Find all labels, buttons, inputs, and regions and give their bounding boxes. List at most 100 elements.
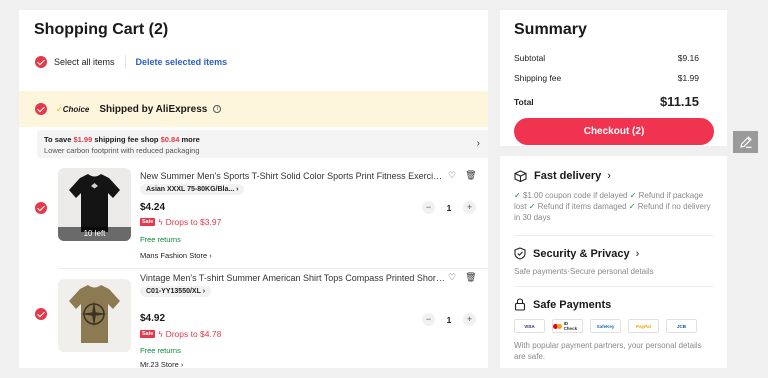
store-link[interactable]: Mr.23 Store › xyxy=(140,360,183,368)
select-all-checkbox[interactable] xyxy=(35,56,47,68)
bolt-icon: ϟ xyxy=(158,329,163,339)
quantity-value[interactable]: 1 xyxy=(435,203,463,213)
cart-item: Vintage Men's T-shirt Summer American Sh… xyxy=(19,270,488,368)
assurance-panel: Fast delivery › ✓ $1.00 coupon code if d… xyxy=(500,156,727,368)
decrease-quantity-button[interactable]: − xyxy=(422,313,435,326)
payments-title: Safe Payments xyxy=(533,298,612,311)
promo-sub: Lower carbon footprint with reduced pack… xyxy=(44,146,200,155)
subtotal-value: $9.16 xyxy=(677,53,699,63)
quantity-stepper: − 1 + xyxy=(422,313,476,326)
chevron-right-icon: › xyxy=(607,170,611,182)
subtotal-row: Subtotal $9.16 xyxy=(514,53,699,63)
check-icon: ✓ xyxy=(528,202,536,211)
page-title: Shopping Cart (2) xyxy=(34,21,169,38)
subtotal-label: Subtotal xyxy=(514,53,546,63)
fast-delivery-title: Fast delivery xyxy=(534,170,602,182)
heart-icon[interactable]: ♡ xyxy=(448,272,456,283)
chevron-right-icon: › xyxy=(635,247,640,260)
select-all-row: Select all items Delete selected items xyxy=(35,53,227,71)
chevron-right-icon: › xyxy=(180,360,184,368)
check-icon: ✓ xyxy=(628,202,636,211)
decrease-quantity-button[interactable]: − xyxy=(422,201,435,214)
item-title[interactable]: Vintage Men's T-shirt Summer American Sh… xyxy=(140,273,445,283)
edit-pencil-icon[interactable] xyxy=(733,131,758,153)
shipping-label: Shipping fee xyxy=(514,73,562,83)
promo-line: To save $1.99 shipping fee shop $0.84 mo… xyxy=(44,134,485,145)
security-header[interactable]: Security & Privacy › xyxy=(514,247,639,260)
sku-selector[interactable]: Asian XXXL 75-80KG/Bla... › xyxy=(140,184,245,195)
info-icon[interactable]: i xyxy=(213,105,222,113)
promo-mid: shipping fee shop xyxy=(94,135,159,144)
quantity-stepper: − 1 + xyxy=(422,201,476,214)
mastercard-orange-circle xyxy=(556,323,562,329)
summary-title: Summary xyxy=(514,21,587,38)
trash-icon[interactable]: 🗑 xyxy=(465,170,476,181)
chevron-right-icon: › xyxy=(476,138,480,149)
promo-save: $1.99 xyxy=(73,135,93,144)
checkout-button[interactable]: Checkout (2) xyxy=(514,118,714,145)
sku-label: C01-YY13550/XL xyxy=(146,288,201,295)
increase-quantity-button[interactable]: + xyxy=(463,313,476,326)
payments-header: Safe Payments xyxy=(514,298,611,311)
store-link[interactable]: Mans Fashion Store › xyxy=(140,251,212,260)
payments-text: With popular payment partners, your pers… xyxy=(514,341,702,361)
check-icon: ✓ xyxy=(514,191,521,200)
product-image[interactable] xyxy=(58,279,131,352)
visa-logo: VISA xyxy=(514,319,545,333)
item-checkbox[interactable] xyxy=(35,308,47,320)
summary-panel: Summary Subtotal $9.16 Shipping fee $1.9… xyxy=(500,10,727,146)
sale-row: Sale ϟ Drops to $3.97 xyxy=(140,217,221,227)
sale-row: Sale ϟ Drops to $4.78 xyxy=(140,329,221,339)
promo-suffix: more xyxy=(181,135,200,144)
item-actions: ♡ 🗑 xyxy=(448,170,477,181)
id-check-label: ID Check xyxy=(563,321,578,331)
divider xyxy=(514,286,713,287)
choice-badge: ✓Choice xyxy=(56,104,90,114)
shipping-value: $1.99 xyxy=(677,73,699,83)
trash-icon[interactable]: 🗑 xyxy=(465,272,476,283)
item-actions: ♡ 🗑 xyxy=(448,272,477,283)
increase-quantity-button[interactable]: + xyxy=(463,201,476,214)
delete-selected-button[interactable]: Delete selected items xyxy=(136,57,228,67)
store-name: Mans Fashion Store xyxy=(140,251,208,260)
store-group-checkbox[interactable] xyxy=(35,103,47,115)
fast-delivery-header[interactable]: Fast delivery › xyxy=(514,170,611,182)
fast-delivery-details: ✓ $1.00 coupon code if delayed ✓ Refund … xyxy=(514,190,714,223)
free-returns: Free returns xyxy=(140,346,181,355)
cart-panel: Shopping Cart (2) Select all items Delet… xyxy=(19,10,488,368)
drops-to-text: Drops to $3.97 xyxy=(165,217,222,227)
shipping-row: Shipping fee $1.99 xyxy=(514,73,699,83)
item-checkbox[interactable] xyxy=(35,202,47,214)
product-image[interactable]: 10 left xyxy=(58,168,131,241)
choice-store-header: ✓Choice Shipped by AliExpress i xyxy=(19,91,488,127)
truck-icon xyxy=(514,170,527,182)
promo-prefix: To save xyxy=(44,135,72,144)
select-all-label[interactable]: Select all items xyxy=(54,57,115,67)
payment-methods: VISA ID Check SafeKey PayPal JCB xyxy=(514,319,697,333)
chevron-right-icon: › xyxy=(209,251,212,260)
check-icon: ✓ xyxy=(629,191,637,200)
stock-badge: 10 left xyxy=(58,227,131,241)
pencil-glyph xyxy=(739,136,752,148)
item-title[interactable]: New Summer Men's Sports T-Shirt Solid Co… xyxy=(140,171,445,181)
quantity-value[interactable]: 1 xyxy=(435,315,463,325)
mastercard-id-check-logo: ID Check xyxy=(552,319,583,333)
item-divider xyxy=(58,268,488,269)
paypal-logo: PayPal xyxy=(628,319,659,333)
security-title: Security & Privacy xyxy=(533,247,630,260)
jcb-logo: JCB xyxy=(666,319,697,333)
cart-item: 10 left New Summer Men's Sports T-Shirt … xyxy=(19,168,488,268)
sku-label: Asian XXXL 75-80KG/Bla... xyxy=(146,186,235,193)
total-label: Total xyxy=(514,96,534,107)
sale-badge: Sale xyxy=(140,330,156,338)
sku-selector[interactable]: C01-YY13550/XL › xyxy=(140,286,212,297)
shipping-promo-banner[interactable]: To save $1.99 shipping fee shop $0.84 mo… xyxy=(37,130,488,158)
total-row: Total $11.15 xyxy=(514,94,699,109)
delivery-line3: Refund if items damaged xyxy=(537,202,627,211)
heart-icon[interactable]: ♡ xyxy=(448,170,456,181)
total-value: $11.15 xyxy=(659,94,699,109)
promo-amount: $0.84 xyxy=(160,135,180,144)
lock-icon xyxy=(514,298,526,311)
divider xyxy=(514,235,713,236)
bolt-icon: ϟ xyxy=(158,217,163,227)
